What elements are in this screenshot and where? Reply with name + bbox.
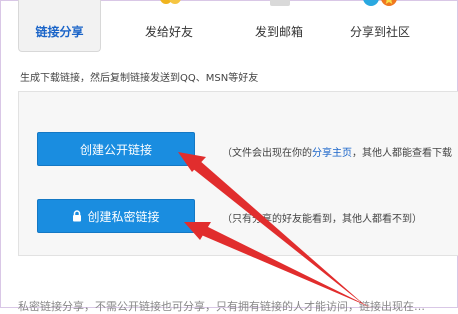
desc-suffix: ，其他人都能查看下载 (352, 148, 452, 159)
tab-label: 分享到社区 (349, 25, 410, 39)
intro-text: 生成下载链接，然后复制链接发送到QQ、MSN等好友 (20, 73, 259, 84)
tab-label: 链接分享 (35, 25, 84, 39)
tab-label: 发给好友 (144, 25, 193, 39)
tab-share-community[interactable]: 分享到社区 (340, 0, 420, 52)
community-icon (363, 0, 397, 6)
tab-send-friend[interactable]: 发给好友 (124, 0, 214, 52)
private-link-description: （只有分享的好友能看到，其他人都看不到） (222, 214, 422, 225)
create-public-link-button[interactable]: 创建公开链接 (37, 132, 195, 166)
button-label: 创建公开链接 (79, 142, 152, 157)
mail-icon (270, 0, 290, 6)
desc-prefix: （文件会出现在你的 (222, 148, 312, 159)
friends-icon (160, 0, 181, 4)
button-label: 创建私密链接 (87, 209, 160, 224)
bottom-hint-text: 私密链接分享，不需公开链接也可分享，只有拥有链接的人才能访问，链接出现在… (18, 300, 425, 313)
create-private-link-button[interactable]: 创建私密链接 (37, 199, 195, 233)
share-homepage-link[interactable]: 分享主页 (312, 148, 352, 159)
tab-label: 发到邮箱 (254, 25, 303, 39)
share-tabs: 链接分享 发给好友 发到邮箱 分享到社区 (0, 0, 458, 56)
lock-icon (73, 210, 82, 222)
tab-send-email[interactable]: 发到邮箱 (234, 0, 324, 52)
tab-link-share[interactable]: 链接分享 (18, 0, 101, 52)
public-link-description: （文件会出现在你的分享主页，其他人都能查看下载 (222, 144, 452, 159)
